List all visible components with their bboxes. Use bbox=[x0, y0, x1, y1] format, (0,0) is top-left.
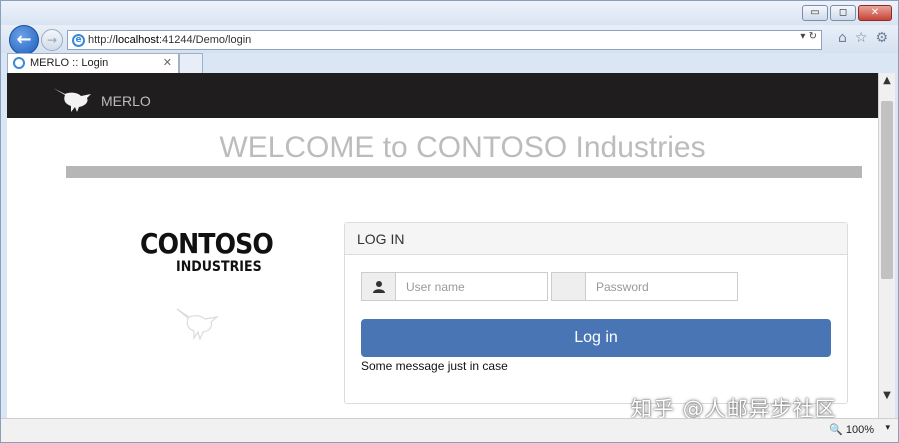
url-prefix: http:// bbox=[88, 34, 116, 46]
user-icon bbox=[372, 281, 385, 294]
address-bar[interactable]: e http://localhost:41244/Demo/login ▾ ↻ bbox=[67, 30, 822, 50]
url-path: :41244/Demo/login bbox=[158, 34, 252, 46]
settings-gear-icon[interactable]: ⚙ bbox=[875, 30, 888, 46]
password-addon bbox=[551, 272, 585, 301]
new-tab-button[interactable] bbox=[179, 53, 203, 73]
tab-title: MERLO :: Login bbox=[30, 57, 109, 69]
contoso-logo-line1: CONTOSO bbox=[140, 227, 274, 260]
maximize-button[interactable]: ◻ bbox=[830, 5, 856, 21]
heading-divider bbox=[66, 166, 862, 178]
favorites-star-icon[interactable]: ☆ bbox=[855, 30, 868, 46]
login-panel: LOG IN Log in Some message just in case bbox=[344, 222, 848, 404]
zoom-level[interactable]: 🔍 100% bbox=[829, 423, 874, 436]
username-input[interactable] bbox=[406, 273, 547, 300]
tab-strip: MERLO :: Login ✕ bbox=[1, 53, 898, 73]
zoom-dropdown-icon[interactable]: ▾ bbox=[885, 423, 890, 433]
address-controls: ▾ ↻ bbox=[800, 31, 817, 42]
window-controls: ▭ ◻ ✕ bbox=[802, 5, 892, 21]
scroll-up-arrow-icon[interactable]: ▲ bbox=[879, 73, 895, 89]
ie-tab-icon bbox=[13, 57, 25, 69]
tab-close-icon[interactable]: ✕ bbox=[163, 54, 172, 72]
home-icon[interactable]: ⌂ bbox=[838, 30, 847, 46]
zoom-value: 100% bbox=[845, 424, 874, 436]
login-panel-heading: LOG IN bbox=[345, 223, 847, 255]
vertical-scrollbar[interactable]: ▲ ▼ bbox=[878, 73, 895, 418]
refresh-icon[interactable]: ↻ bbox=[809, 31, 817, 42]
address-dropdown-icon[interactable]: ▾ bbox=[800, 31, 805, 42]
title-bar: ▭ ◻ ✕ bbox=[1, 1, 898, 27]
username-field[interactable] bbox=[395, 272, 548, 301]
url-host: localhost bbox=[115, 34, 159, 46]
login-message: Some message just in case bbox=[361, 359, 508, 373]
contoso-logo-line2: INDUSTRIES bbox=[176, 259, 262, 275]
forward-button[interactable]: → bbox=[41, 29, 63, 51]
password-input[interactable] bbox=[596, 273, 737, 300]
login-button[interactable]: Log in bbox=[361, 319, 831, 357]
site-navbar: MERLO bbox=[7, 73, 878, 118]
tab-merlo-login[interactable]: MERLO :: Login ✕ bbox=[7, 53, 179, 73]
close-window-button[interactable]: ✕ bbox=[858, 5, 892, 21]
browser-toolbar-icons: ⌂ ☆ ⚙ bbox=[838, 30, 888, 46]
brand-name[interactable]: MERLO bbox=[101, 93, 151, 109]
minimize-button[interactable]: ▭ bbox=[802, 5, 828, 21]
browser-window: ▭ ◻ ✕ ← → e http://localhost:41244/Demo/… bbox=[0, 0, 899, 443]
scroll-thumb[interactable] bbox=[881, 101, 893, 279]
page-viewport: MERLO WELCOME to CONTOSO Industries CONT… bbox=[7, 73, 878, 418]
status-bar: 🔍 100% ▾ bbox=[1, 418, 898, 442]
navigation-bar: ← → e http://localhost:41244/Demo/login … bbox=[1, 25, 898, 55]
scroll-down-arrow-icon[interactable]: ▼ bbox=[879, 388, 895, 404]
password-field[interactable] bbox=[585, 272, 738, 301]
back-button[interactable]: ← bbox=[9, 25, 39, 55]
watermark-text: 知乎 @人邮异步社区 bbox=[631, 397, 837, 418]
username-addon bbox=[361, 272, 395, 301]
faded-bird-icon bbox=[176, 308, 220, 341]
welcome-heading: WELCOME to CONTOSO Industries bbox=[219, 131, 706, 164]
bird-logo-icon[interactable] bbox=[51, 84, 97, 114]
ie-page-icon: e bbox=[72, 34, 85, 47]
